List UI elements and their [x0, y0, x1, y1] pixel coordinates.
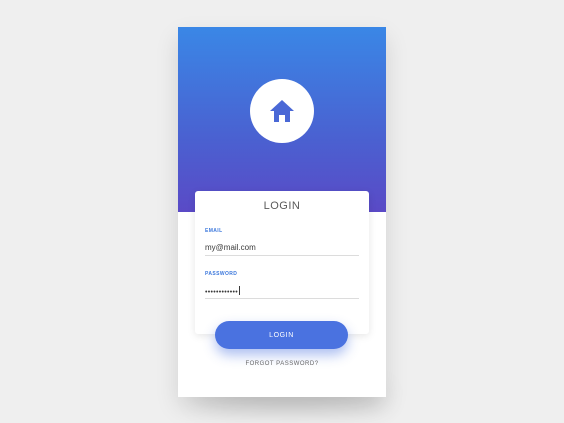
login-button[interactable]: LOGIN — [215, 321, 348, 349]
email-field[interactable]: my@mail.com — [205, 239, 359, 256]
password-field[interactable]: •••••••••••• — [205, 282, 359, 299]
login-card: LOGIN EMAIL my@mail.com PASSWORD •••••••… — [195, 191, 369, 334]
home-icon — [270, 100, 294, 122]
login-screen: LOGIN EMAIL my@mail.com PASSWORD •••••••… — [178, 27, 386, 397]
forgot-password-link[interactable]: FORGOT PASSWORD? — [178, 361, 386, 367]
card-title: LOGIN — [263, 200, 301, 212]
app-logo — [250, 79, 314, 143]
password-value: •••••••••••• — [205, 289, 239, 296]
header-banner — [178, 27, 386, 212]
email-label: EMAIL — [205, 228, 223, 234]
email-value: my@mail.com — [205, 243, 256, 252]
screen: LOGIN EMAIL my@mail.com PASSWORD •••••••… — [0, 0, 564, 423]
text-caret — [239, 286, 241, 295]
password-label: PASSWORD — [205, 271, 238, 277]
